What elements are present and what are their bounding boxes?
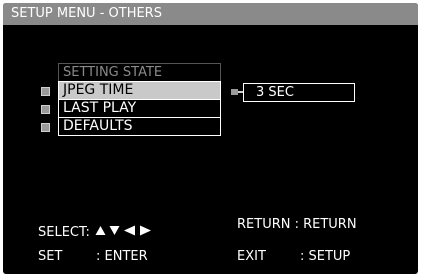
menu-item-defaults[interactable]: DEFAULTS — [41, 117, 221, 136]
osd-screen: SETUP MENU - OTHERS SETTING STATE JPEG T… — [3, 3, 418, 274]
up-arrow-icon — [95, 226, 106, 235]
bullet-icon — [41, 123, 50, 132]
menu-item-jpeg-time[interactable]: JPEG TIME — [41, 81, 221, 100]
menu-header: SETTING STATE — [58, 63, 221, 82]
menu-item-last-play[interactable]: LAST PLAY — [41, 99, 221, 118]
menu-item-label: LAST PLAY — [63, 100, 137, 116]
arrow-keys — [95, 225, 152, 236]
jpeg-time-value[interactable]: 3 SEC — [243, 83, 355, 102]
value-label: 3 SEC — [256, 85, 294, 100]
bullet-icon — [41, 105, 50, 114]
right-arrow-icon — [140, 225, 151, 236]
exit-label: EXIT — [237, 249, 266, 264]
set-label: SET — [38, 249, 63, 264]
select-label: SELECT: — [38, 225, 90, 240]
title-bar: SETUP MENU - OTHERS — [3, 3, 418, 25]
exit-hint: : SETUP — [300, 249, 351, 264]
left-arrow-icon — [124, 225, 135, 236]
menu-item-label: DEFAULTS — [63, 118, 133, 134]
set-hint: : ENTER — [96, 249, 148, 264]
menu-item-label: JPEG TIME — [63, 82, 134, 98]
return-hint: RETURN : RETURN — [237, 217, 357, 232]
bullet-icon — [41, 87, 50, 96]
down-arrow-icon — [109, 226, 120, 235]
connector-icon — [231, 89, 243, 95]
settings-menu: SETTING STATE JPEG TIME LAST PLAY DEFAUL… — [41, 63, 221, 136]
